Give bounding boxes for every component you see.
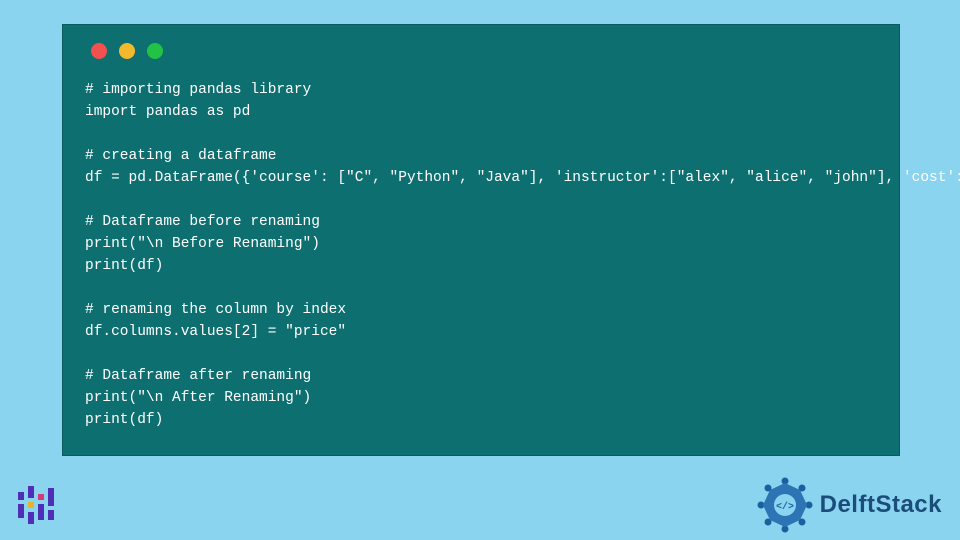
code-block: # importing pandas library import pandas… [85, 79, 877, 431]
brand-name: DelftStack [820, 491, 942, 519]
minimize-icon[interactable] [119, 43, 135, 59]
brand-icon: </> [756, 476, 814, 534]
secondary-logo-icon [14, 482, 58, 528]
code-window: # importing pandas library import pandas… [62, 24, 900, 456]
maximize-icon[interactable] [147, 43, 163, 59]
close-icon[interactable] [91, 43, 107, 59]
svg-text:</>: </> [776, 501, 794, 513]
brand-area: </> DelftStack [756, 476, 942, 534]
window-controls [91, 43, 877, 59]
